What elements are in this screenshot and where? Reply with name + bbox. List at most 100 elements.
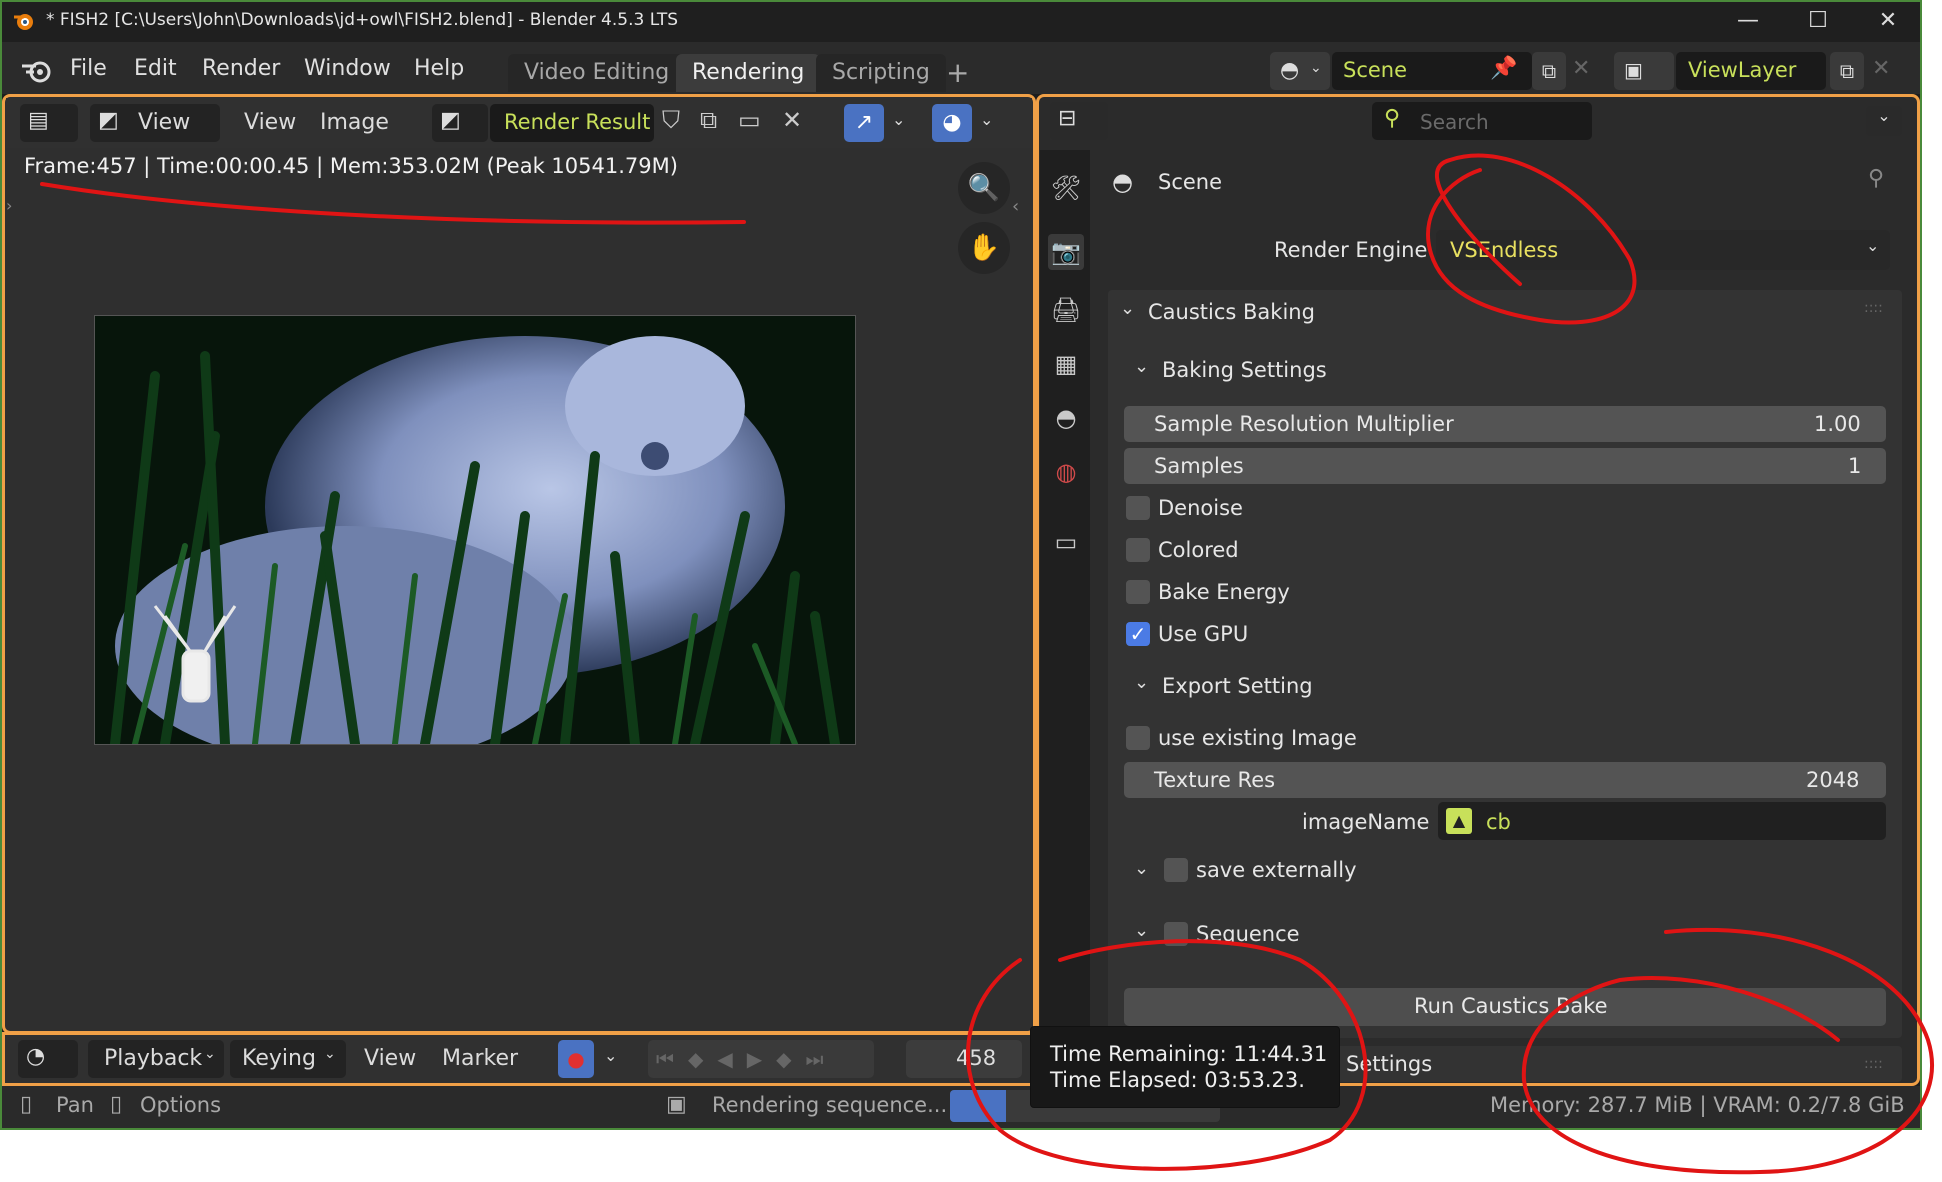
search-icon: ⚲ [1384,106,1401,131]
blender-logo-icon [12,10,36,32]
export-setting-title[interactable]: Export Setting [1162,674,1313,698]
drag-handle-icon[interactable]: :::: [1864,300,1883,316]
search-placeholder: Search [1420,110,1489,134]
timeline-menu-marker[interactable]: Marker [442,1046,518,1071]
gizmo-toggle-icon[interactable]: ↗ [844,104,884,142]
menu-render[interactable]: Render [202,56,280,81]
collection-tab-icon[interactable]: ▭ [1048,524,1084,560]
samples-value: 1 [1848,454,1862,478]
chevron-down-icon[interactable]: ⌄ [980,110,993,129]
denoise-label: Denoise [1158,496,1243,520]
playback-controls[interactable]: ⏮◆◀▶◆⏭ [648,1040,874,1078]
time-remaining: Time Remaining: 11:44.31 [1050,1042,1328,1066]
chevron-down-icon[interactable]: ⌄ [1134,858,1149,879]
menu-edit[interactable]: Edit [134,56,177,81]
delete-scene-icon[interactable]: ✕ [1572,56,1590,81]
image-icon: ▲ [1446,808,1472,834]
chevron-down-icon[interactable]: ⌄ [1134,920,1149,941]
render-time-tooltip [1030,1026,1340,1108]
use-existing-image-label: use existing Image [1158,726,1357,750]
add-workspace-button[interactable]: + [946,56,969,89]
next-panel-title: Settings [1346,1052,1433,1076]
chevron-down-icon: ⌄ [204,1046,216,1062]
chevron-down-icon[interactable]: ⌄ [1866,106,1902,136]
open-folder-icon[interactable]: ▭ [738,106,761,134]
caustics-panel-title[interactable]: Caustics Baking [1148,300,1315,324]
current-frame-value: 458 [956,1046,997,1070]
region-toggle-icon[interactable]: ‹ [1012,196,1019,217]
output-tab-icon[interactable]: 🖨 [1048,292,1084,328]
world-tab-icon[interactable]: ◍ [1048,454,1084,490]
sidebar-toggle-icon[interactable]: › [6,196,12,215]
tab-rendering[interactable]: Rendering [676,54,821,92]
view-layer-tab-icon[interactable]: ▦ [1048,346,1084,382]
zoom-icon[interactable]: 🔍 [958,162,1010,214]
playback-label: Playback [104,1046,203,1071]
colored-label: Colored [1158,538,1239,562]
delete-viewlayer-icon[interactable]: ✕ [1872,56,1890,81]
denoise-checkbox[interactable] [1126,496,1150,520]
texture-res-value: 2048 [1806,768,1860,792]
baking-settings-title[interactable]: Baking Settings [1162,358,1327,382]
use-gpu-checkbox[interactable]: ✓ [1126,622,1150,646]
menu-help[interactable]: Help [414,56,464,81]
menu-window[interactable]: Window [304,56,391,81]
bake-energy-checkbox[interactable] [1126,580,1150,604]
clock-icon: ◔ [26,1044,46,1069]
colored-checkbox[interactable] [1126,538,1150,562]
save-externally-checkbox[interactable] [1164,858,1188,882]
image-name-label: imageName [1302,810,1430,834]
keying-label: Keying [242,1046,316,1071]
render-job-icon: ▣ [666,1092,687,1117]
new-image-icon[interactable]: ⧉ [700,106,717,134]
blender-menu-icon[interactable] [20,56,54,86]
image-name: Render Result [504,110,651,134]
chevron-down-icon[interactable]: ⌄ [1120,298,1135,319]
menu-file[interactable]: File [70,56,107,81]
window-title: * FISH2 [C:\Users\John\Downloads\jd+owl\… [46,10,678,30]
bake-energy-label: Bake Energy [1158,580,1290,604]
viewlayer-type-dropdown[interactable] [1614,52,1674,90]
minimize-icon[interactable]: — [1718,4,1778,38]
properties-tab-strip [1040,150,1090,1080]
sequence-checkbox[interactable] [1164,922,1188,946]
chevron-down-icon[interactable]: ⌄ [604,1046,617,1065]
render-engine-label: Render Engine [1274,238,1428,262]
unlink-image-icon[interactable]: ✕ [782,106,802,134]
status-pan: Pan [56,1093,94,1117]
fake-user-icon[interactable]: ⛉ [662,106,680,134]
sample-resolution-value: 1.00 [1814,412,1861,436]
record-button[interactable]: ● [558,1040,594,1078]
status-options: Options [140,1093,222,1117]
drag-handle-icon[interactable]: :::: [1864,1056,1883,1072]
tab-video-editing[interactable]: Video Editing [508,54,686,92]
menu-image[interactable]: Image [320,110,389,135]
scene-context-icon: ◓ [1112,168,1133,196]
view-mode-label: View [138,110,191,135]
pan-hand-icon[interactable]: ✋ [958,222,1010,274]
timeline-menu-view[interactable]: View [364,1046,416,1071]
pin-icon[interactable]: ⚲ [1868,166,1884,191]
new-scene-button[interactable]: ⧉ [1532,52,1566,90]
chevron-down-icon[interactable]: ⌄ [892,110,905,129]
use-existing-image-checkbox[interactable] [1126,726,1150,750]
chevron-down-icon[interactable]: ⌄ [1134,356,1149,377]
image-name-value: cb [1486,810,1511,834]
render-result-image [94,315,856,745]
context-name: Scene [1158,170,1223,194]
pin-icon[interactable]: 📌 [1490,56,1517,81]
mouse-icon: ▯ [20,1092,33,1117]
render-tab-icon[interactable]: 📷 [1048,234,1084,270]
close-icon[interactable]: ✕ [1858,4,1918,38]
menu-view[interactable]: View [244,110,296,135]
new-viewlayer-button[interactable]: ⧉ [1830,52,1864,90]
status-job: Rendering sequence... [712,1093,948,1117]
samples-label: Samples [1154,454,1244,478]
maximize-icon[interactable]: ☐ [1788,4,1848,38]
scene-tab-icon[interactable]: ◓ [1048,400,1084,436]
tool-tab-icon[interactable]: 🛠 [1048,170,1084,206]
tab-scripting[interactable]: Scripting [816,54,946,92]
scene-icon: ◓ [1280,58,1300,83]
chevron-down-icon[interactable]: ⌄ [1134,672,1149,693]
overlay-toggle-icon[interactable]: ◕ [932,104,972,142]
